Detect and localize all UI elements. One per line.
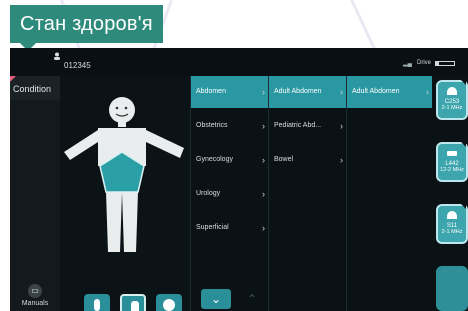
chevron-right-icon: › — [426, 87, 429, 97]
subcategory-label: Adult Abdomen — [274, 88, 322, 95]
patient-icon — [54, 52, 60, 60]
chevron-right-icon: › — [262, 189, 265, 199]
drive-label: Drive — [417, 60, 432, 66]
probe-frequency: 2-1 MHz — [441, 105, 463, 111]
category-obstetrics[interactable]: Obstetrics › — [191, 110, 269, 142]
category-list: Abdomen › Obstetrics › Gynecology › Urology… — [190, 76, 269, 311]
head-icon — [109, 97, 135, 123]
anatomy-panel — [60, 76, 190, 311]
probe-panel: C253 2-1 MHz L442 12-2 MHz S11 2-1 MHz — [432, 76, 468, 311]
book-icon: ▭ — [28, 284, 42, 298]
left-arm-icon — [64, 130, 98, 160]
probe-icon — [447, 151, 457, 156]
cup-icon — [94, 299, 100, 311]
chevron-right-icon: › — [262, 121, 265, 131]
view-button-3[interactable] — [156, 294, 182, 311]
probe-corner — [461, 204, 466, 209]
preset-list: Adult Abdomen › — [346, 76, 433, 311]
chevron-right-icon: › — [340, 87, 343, 97]
drive-usage-fill — [436, 62, 439, 65]
scroll-up-button[interactable]: ⌃ — [237, 289, 267, 309]
sidebar — [10, 76, 61, 311]
preset-label: Adult Abdomen — [352, 88, 400, 95]
category-label: Superficial — [196, 224, 229, 231]
top-bar: 012345 ▂▄ Drive — [10, 48, 468, 77]
category-gynecology[interactable]: Gynecology › — [191, 144, 269, 176]
probe-l442[interactable]: L442 12-2 MHz — [436, 142, 468, 182]
right-arm-icon — [146, 130, 184, 158]
patient-id: 012345 — [64, 61, 91, 70]
ultrasound-screen: 012345 ▂▄ Drive Condition ▭ Manuals Abdo… — [10, 48, 468, 311]
category-label: Obstetrics — [196, 122, 228, 129]
right-leg-icon — [122, 192, 138, 252]
anatomy-figure — [64, 97, 184, 252]
probe-slot-empty[interactable] — [436, 266, 468, 311]
chevron-right-icon: › — [262, 155, 265, 165]
category-label: Abdomen — [196, 88, 226, 95]
probe-c253[interactable]: C253 2-1 MHz — [436, 80, 468, 120]
condition-marker — [10, 76, 16, 82]
subcategory-bowel[interactable]: Bowel › — [269, 144, 347, 176]
subcategory-list: Adult Abdomen › Pediatric Abd... › Bowel › — [268, 76, 347, 311]
view-button-2[interactable] — [120, 294, 146, 311]
chevron-right-icon: › — [262, 87, 265, 97]
cup-icon — [131, 301, 139, 311]
network-icon: ▂▄ — [403, 61, 412, 67]
preset-adult-abdomen[interactable]: Adult Abdomen › — [347, 76, 433, 108]
probe-frequency: 2-1 MHz — [441, 229, 463, 235]
chevron-right-icon: › — [340, 121, 343, 131]
category-label: Urology — [196, 190, 221, 197]
cup-icon — [163, 299, 175, 311]
chevron-right-icon: › — [262, 223, 265, 233]
probe-s11[interactable]: S11 2-1 MHz — [436, 204, 468, 244]
view-button-1[interactable] — [84, 294, 110, 311]
subcategory-label: Pediatric Abd... — [274, 122, 322, 129]
manuals-button[interactable]: ▭ Manuals — [12, 284, 58, 307]
condition-label: Condition — [13, 84, 52, 94]
drive-usage-bar — [435, 61, 455, 66]
probe-corner — [461, 142, 466, 147]
subcategory-adult-abdomen[interactable]: Adult Abdomen › — [269, 76, 347, 108]
category-superficial[interactable]: Superficial › — [191, 212, 269, 244]
subcategory-pediatric-abdomen[interactable]: Pediatric Abd... › — [269, 110, 347, 142]
probe-corner — [461, 80, 466, 85]
chevron-right-icon: › — [340, 155, 343, 165]
left-leg-icon — [106, 192, 122, 252]
condition-tab[interactable]: Condition — [10, 76, 60, 100]
probe-frequency: 12-2 MHz — [440, 167, 464, 173]
category-abdomen[interactable]: Abdomen › — [191, 76, 269, 108]
screen-caption: Стан здоров'я — [10, 5, 163, 51]
probe-icon — [447, 211, 457, 219]
scroll-down-button[interactable]: ⌄ — [201, 289, 231, 309]
manuals-label: Manuals — [21, 300, 49, 307]
category-urology[interactable]: Urology › — [191, 178, 269, 210]
probe-icon — [447, 87, 457, 95]
category-label: Gynecology — [196, 156, 233, 163]
subcategory-label: Bowel — [274, 156, 294, 163]
